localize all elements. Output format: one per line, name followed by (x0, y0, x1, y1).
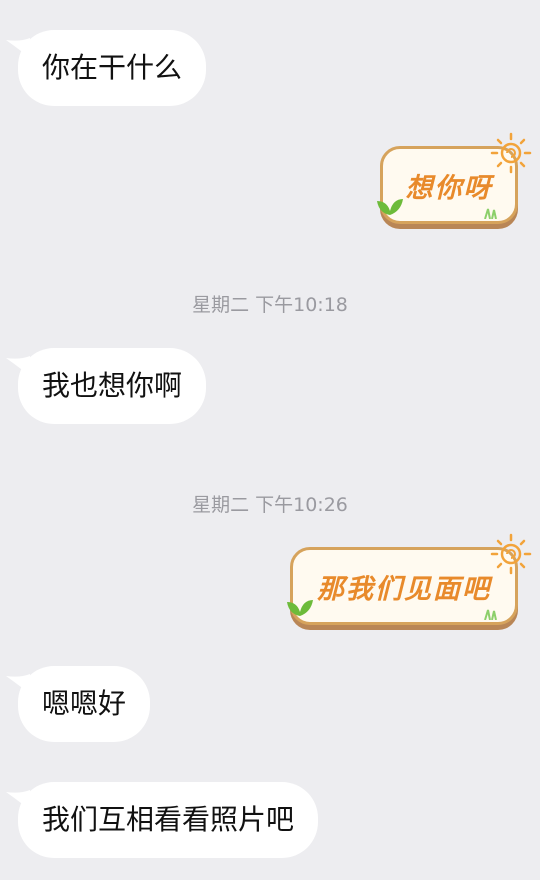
sticker-text: 想你呀 (405, 172, 493, 204)
timestamp: 星期二 下午10:18 (192, 294, 348, 316)
sun-icon (490, 132, 532, 174)
sun-icon (490, 533, 532, 575)
grass-icon (484, 208, 497, 219)
timestamp: 星期二 下午10:26 (192, 494, 348, 516)
leaf-icon (287, 600, 313, 616)
bubble-tail-icon (6, 790, 30, 810)
sticker-message[interactable]: 想你呀 (377, 132, 532, 224)
incoming-message-bubble[interactable]: 嗯嗯好 (6, 666, 151, 742)
grass-icon (484, 609, 497, 620)
sticker-message[interactable]: 那我们见面吧 (287, 533, 532, 625)
incoming-message-bubble[interactable]: 我们互相看看照片吧 (6, 782, 319, 858)
incoming-message-bubble[interactable]: 我也想你啊 (6, 348, 207, 424)
bubble-tail-icon (6, 38, 30, 58)
incoming-message-bubble[interactable]: 你在干什么 (6, 30, 207, 106)
message-text: 嗯嗯好 (42, 687, 127, 720)
bubble-tail-icon (6, 356, 30, 376)
bubble-tail-icon (6, 674, 30, 694)
leaf-icon (377, 199, 403, 215)
message-text: 你在干什么 (42, 51, 183, 84)
sticker-text: 那我们见面吧 (317, 573, 491, 605)
message-text: 我也想你啊 (42, 369, 183, 402)
message-text: 我们互相看看照片吧 (42, 803, 295, 836)
